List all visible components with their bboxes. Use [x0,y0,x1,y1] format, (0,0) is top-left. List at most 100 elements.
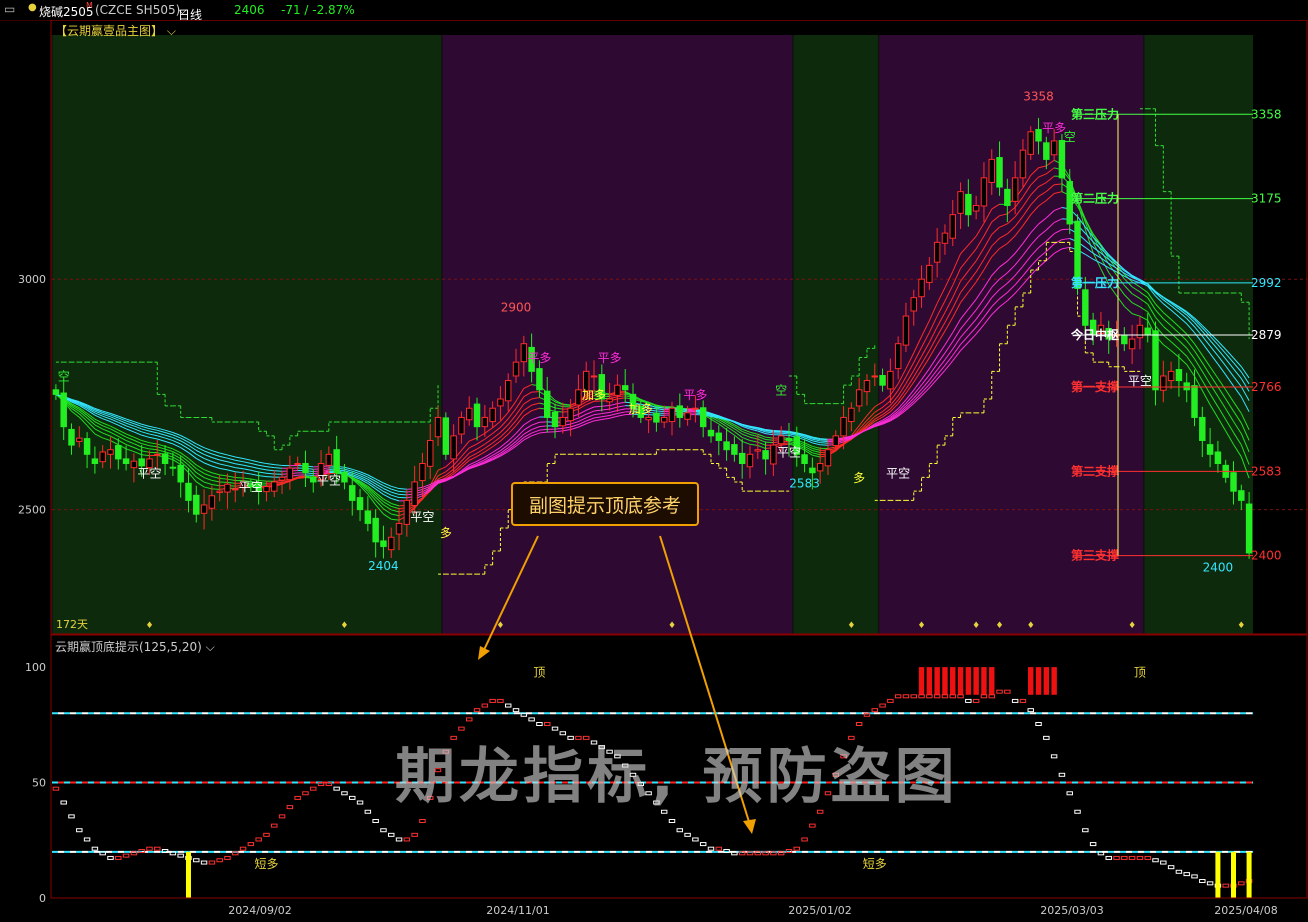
candle-body [411,481,418,506]
top-warning-block [965,667,972,695]
oscillator-mark [1066,791,1073,796]
diamond-marker: ♦ [340,621,348,631]
oscillator-mark [762,851,769,856]
signal-label: 空 [1064,130,1076,144]
days-label: 172天 [56,618,88,631]
candle-body [395,522,403,535]
signal-label: 平空 [886,466,910,480]
oscillator-mark [1050,754,1058,759]
candle-body [52,389,60,395]
pivot-price: 2766 [1251,380,1282,394]
oscillator-mark [286,805,294,810]
candle-body [715,432,723,441]
oscillator-mark [887,698,894,703]
oscillator-mark [154,846,161,851]
period-dropdown[interactable]: 日线 ⌵ [178,3,202,22]
oscillator-mark [777,851,785,856]
last-price: 2406 [234,3,265,17]
top-warning-block [1043,667,1050,695]
diamond-marker: ♦ [145,621,153,631]
slow-ribbon-segment [274,467,283,469]
title-bar: ▭ ● 烧碱2505 M (CZCE SH505) 日线 ⌵ 2406 -71 … [0,0,1308,22]
candle-body [216,490,223,494]
candle-body [1128,338,1136,350]
candle-body [1019,149,1027,179]
candle-body [902,315,910,346]
candle-body [824,449,832,467]
oscillator-mark [1191,874,1198,879]
candle-body [286,467,294,481]
candle-body [738,452,746,465]
sub-pane-title[interactable]: 云期赢顶底提示(125,5,20) ⌵ [55,638,215,655]
oscillator-mark [668,818,676,823]
slow-ribbon-segment [398,488,407,490]
oscillator-mark [91,846,99,851]
top-warning-block [918,667,925,695]
signal-label: 平空 [1128,374,1152,388]
oscillator-label: 短多 [863,857,887,871]
candle-body [746,453,754,468]
candle-body [809,467,816,474]
oscillator-mark [107,855,114,860]
oscillator-mark [699,842,707,847]
oscillator-label: 顶 [1134,665,1146,679]
oscillator-mark [419,818,426,823]
candle-body [224,483,231,493]
oscillator-mark [746,851,754,856]
candle-body [1238,490,1245,501]
candle-body [310,476,317,483]
candle-body [1183,382,1190,391]
oscillator-mark [1011,698,1019,703]
signal-label: 加多 [582,388,606,402]
oscillator-mark [1035,722,1042,727]
fast-ribbon-segment [235,477,244,479]
price-extreme-label: 2400 [1203,561,1234,575]
pivot-label: 第三支撑 [1071,548,1119,563]
candle-body [551,411,559,428]
slow-ribbon-segment [820,438,829,440]
candle-body [879,375,886,386]
candle-body [1082,289,1089,326]
oscillator-mark [380,828,387,833]
oscillator-mark [177,853,184,858]
signal-label: 加多 [629,402,653,416]
candle-body [848,407,855,423]
candle-body [419,463,426,482]
oscillator-mark [169,851,177,856]
candle-body [68,428,75,446]
candle-body [645,416,652,421]
oscillator-mark [715,846,723,851]
candle-body [60,392,67,428]
oscillator-mark [83,837,91,842]
pivot-price: 2400 [1251,549,1282,563]
oscillator-mark [536,722,543,727]
oscillator-mark [676,828,684,833]
candle-body [349,485,356,501]
candle-body [894,343,902,370]
price-extreme-label: 2583 [789,476,820,490]
oscillator-mark [76,828,83,833]
oscillator-mark [411,832,418,837]
oscillator-mark [403,837,411,842]
oscillator-mark [738,851,746,856]
main-pane-title[interactable]: 【云期赢壹品主图】 ⌵ [55,22,176,39]
candle-body [271,481,278,492]
candle-body [1004,188,1011,206]
layout-icon[interactable]: ▭ [4,2,15,16]
top-warning-block [934,667,940,695]
candle-body [692,407,699,410]
candle-body [169,466,177,469]
oscillator-mark [271,823,278,828]
top-warning-block [989,667,995,695]
oscillator-mark [1136,855,1144,860]
candle-body [887,370,894,390]
oscillator-mark [949,694,956,699]
candle-body [832,435,839,447]
oscillator-mark [1160,860,1167,865]
y-tick-label: 3000 [18,273,46,286]
signal-label: 平空 [137,466,161,480]
symbol-dot-icon: ● [28,2,37,13]
candle-body [801,454,808,465]
candle-body [949,214,956,239]
oscillator-mark [200,860,208,865]
